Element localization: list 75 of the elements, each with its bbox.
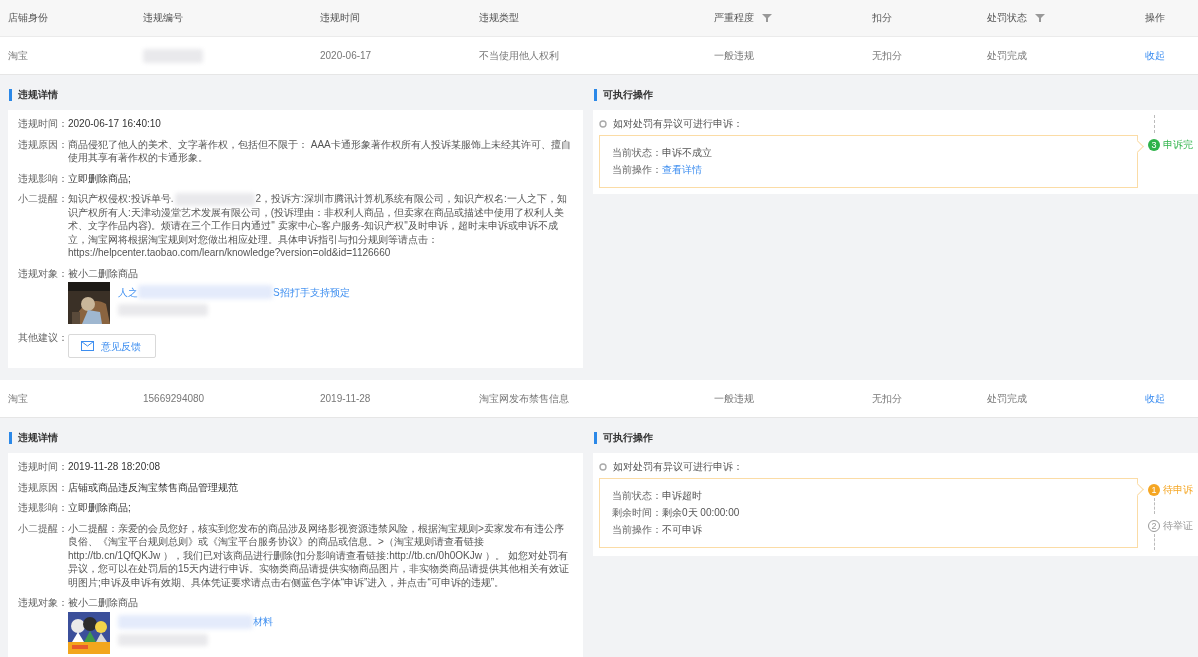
column-header: 扣分 <box>872 11 892 25</box>
column-header: 违规时间 <box>320 11 360 25</box>
section-title: 违规详情 <box>9 89 583 101</box>
field-value: 小二提醒：亲爱的会员您好，核实到您发布的商品涉及网络影视资源违禁风险，根据淘宝规则>卖家发布有违公序良俗、《淘宝平台规则总则》或《淘宝平台服务协议》的商品或信息。>（淘宝规则请查看链接http://tb.cn/1QfQKJw ），我们已对该商品进行删除(扣分影响请查看链接:http://tb.cn/0h0OKJw ）。 如您对处罚有异议，您可以在处罚后的15天内进行申诉。实物类商品请提供实物商品图片，非实物类商品请提供其他相关有效证明图片;申诉及申诉有效期、具体凭证要求请点击右侧蓝色字体“申诉”进入，并点击“可申诉的违规”。 <box>68 521 571 590</box>
field-value: 商品侵犯了他人的美术、文字著作权，包括但不限于： AAA卡通形象著作权所有人投诉某服饰上未经其许可、擅自使用其享有著作权的卡通形象。 <box>68 137 572 165</box>
table-cell: 2019-11-28 <box>320 393 371 405</box>
collapse-link[interactable]: 收起 <box>1145 391 1165 406</box>
table-cell: 无扣分 <box>872 391 902 406</box>
column-header: 店铺身份 <box>8 11 48 25</box>
circle-icon <box>599 120 607 128</box>
table-cell: 2020-06-17 <box>320 50 372 61</box>
field-value: 知识产权侵权:投诉单号. 2，投诉方:深圳市腾讯计算机系统有限公司，知识产权名:一人之下，知识产权所有人:天津动漫堂艺术发展有限公司，(投诉理由：非权利人商品，但卖家在商品或描述中使用了权利人美术、文字作品内容)。烦请在三个工作日内通过" 卖家中心-客户服务-知识产权"及时申诉，超时未申诉或申诉不成立，淘宝网将根据淘宝规则对您做出相应处理。具体申诉指引与扣分规则等请点击：https://helpcenter.taobao.com/learn/knowledge?version=old&id=1126660 <box>68 192 568 260</box>
circle-icon <box>599 463 607 472</box>
field-value: 被小二删除商品 <box>68 596 138 610</box>
status-value: 申诉超时 <box>662 489 702 504</box>
field-value: 立即删除商品; <box>68 501 131 515</box>
step-number: 3 <box>1148 139 1160 151</box>
connector-line <box>1154 115 1155 133</box>
step-label: 待举证 <box>1163 519 1193 534</box>
step-number: 1 <box>1148 484 1160 497</box>
product-link[interactable]: 材料 <box>253 615 273 629</box>
field-value: 立即删除商品; <box>68 171 131 185</box>
field-label: 违规对象： <box>18 266 68 281</box>
field-label: 违规时间： <box>18 460 68 474</box>
field-label: 违规影响： <box>18 501 68 515</box>
product-link[interactable]: 人之 <box>118 285 138 300</box>
table-cell: 淘宝 <box>8 48 28 63</box>
field-label: 违规原因： <box>18 480 68 495</box>
table-cell: 无扣分 <box>872 48 902 63</box>
section-title: 违规详情 <box>9 432 583 445</box>
field-label: 违规时间： <box>18 117 68 131</box>
table-cell: 淘宝 <box>8 391 28 406</box>
table-cell: 处罚完成 <box>987 48 1027 63</box>
product-link[interactable]: S招打手支持预定 <box>273 285 350 300</box>
field-label: 违规影响： <box>18 171 68 185</box>
step-label: 申诉完 <box>1163 138 1193 152</box>
field-label: 其他建议： <box>18 331 68 346</box>
field-label: 小二提醒： <box>18 521 68 536</box>
column-header: 处罚状态 <box>987 11 1027 25</box>
connector-line <box>1154 498 1155 515</box>
connector-line <box>1154 534 1155 551</box>
details-link[interactable]: 查看详情 <box>662 163 702 177</box>
table-cell: 15669294080 <box>143 393 205 405</box>
table-cell: 一般违规 <box>714 391 754 406</box>
status-value: 申诉不成立 <box>662 146 712 160</box>
status-value: 剩余0天 00:00:00 <box>662 506 740 521</box>
section-title: 可执行操作 <box>594 89 1198 101</box>
mail-icon <box>81 341 94 352</box>
hint-text: 如对处罚有异议可进行申诉： <box>613 460 743 475</box>
status-label: 当前状态： <box>612 489 662 504</box>
feedback-button[interactable]: 意见反馈 <box>68 334 156 359</box>
table-cell: 一般违规 <box>714 48 754 63</box>
table-cell: 淘宝网发布禁售信息 <box>479 391 569 406</box>
column-header: 操作 <box>1145 11 1165 25</box>
status-label: 当前状态： <box>612 146 662 160</box>
status-label: 当前操作： <box>612 163 662 177</box>
field-value: 2019-11-28 18:20:08 <box>68 460 161 474</box>
step-label: 待申诉 <box>1163 483 1193 498</box>
field-value: 2020-06-17 16:40:10 <box>68 117 161 131</box>
status-label: 剩余时间： <box>612 506 662 521</box>
field-value: 店铺或商品违反淘宝禁售商品管理规范 <box>68 480 238 495</box>
table-cell: 处罚完成 <box>987 391 1027 406</box>
column-header: 违规编号 <box>143 11 183 25</box>
field-label: 违规原因： <box>18 137 68 152</box>
field-label: 违规对象： <box>18 596 68 611</box>
collapse-link[interactable]: 收起 <box>1145 48 1165 63</box>
column-header: 违规类型 <box>479 11 519 25</box>
field-label: 小二提醒： <box>18 192 68 206</box>
table-cell: 不当使用他人权利 <box>479 48 559 63</box>
status-value: 不可申诉 <box>662 523 702 538</box>
column-header: 严重程度 <box>714 11 754 25</box>
status-label: 当前操作： <box>612 523 662 538</box>
field-value: 被小二删除商品 <box>68 266 138 281</box>
hint-text: 如对处罚有异议可进行申诉： <box>613 117 743 131</box>
section-title: 可执行操作 <box>594 432 1198 445</box>
